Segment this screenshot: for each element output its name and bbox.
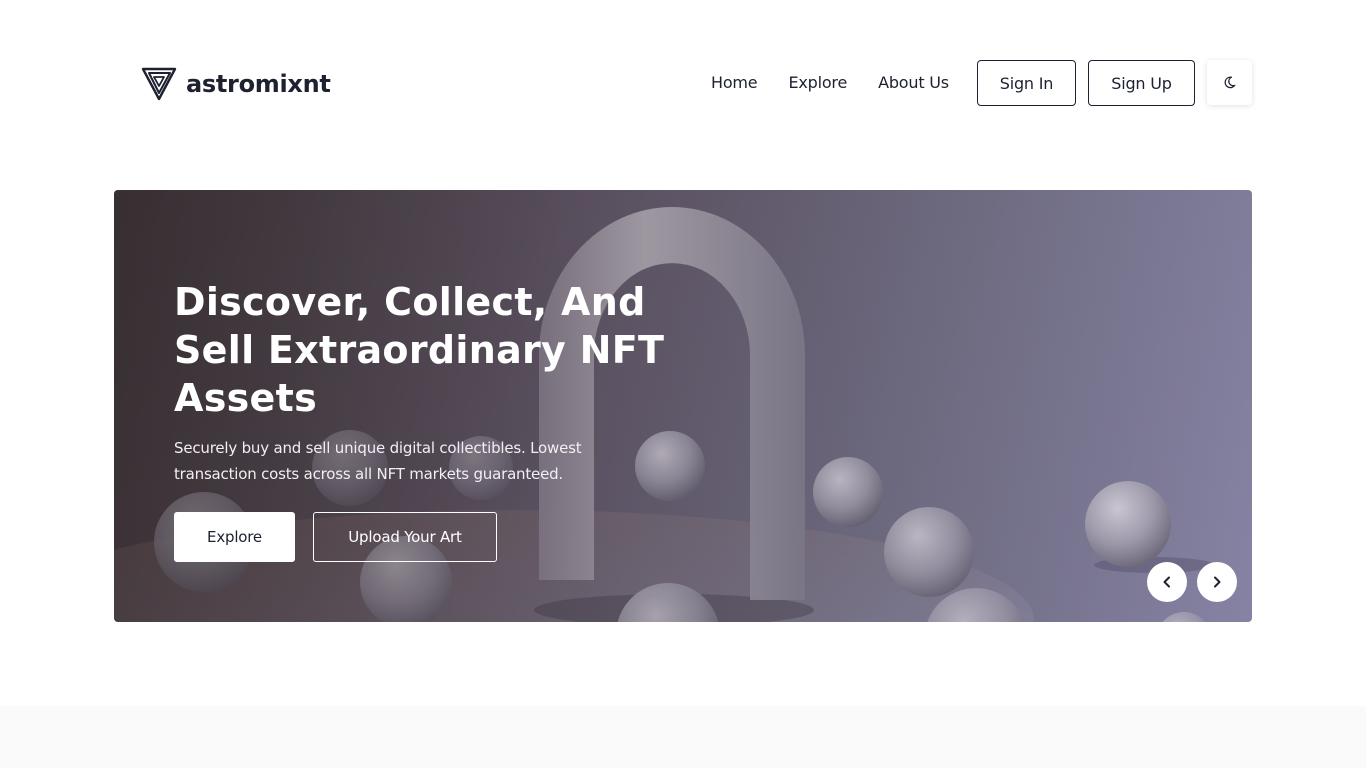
chevron-right-icon [1214, 576, 1221, 588]
chevron-left-icon [1163, 576, 1170, 588]
next-section [0, 706, 1366, 768]
hero-description: Securely buy and sell unique digital col… [174, 439, 582, 483]
nav-explore-link[interactable]: Explore [788, 72, 847, 94]
upload-your-art-button[interactable]: Upload Your Art [313, 512, 497, 562]
nav-home-link[interactable]: Home [711, 72, 758, 94]
slider-prev-button[interactable] [1147, 562, 1187, 602]
page: astromixnt Home Explore About Us Sign In… [0, 0, 1366, 768]
theme-toggle-button[interactable] [1207, 60, 1252, 105]
hero-banner: Discover, Collect, And Sell Extraordinar… [114, 190, 1252, 622]
main-nav: Home Explore About Us [711, 72, 949, 94]
triangle-shield-logo-icon [141, 67, 177, 101]
hero-title: Discover, Collect, And Sell Extraordinar… [174, 280, 665, 420]
site-header: astromixnt Home Explore About Us Sign In… [0, 0, 1366, 166]
hero-explore-button[interactable]: Explore [174, 512, 295, 562]
sign-up-button[interactable]: Sign Up [1088, 60, 1195, 106]
moon-icon [1224, 76, 1236, 89]
logo-link[interactable]: astromixnt [141, 66, 331, 102]
logo-text: astromixnt [186, 70, 331, 98]
nav-about-us-link[interactable]: About Us [878, 72, 949, 94]
slider-next-button[interactable] [1197, 562, 1237, 602]
sign-in-button[interactable]: Sign In [977, 60, 1076, 106]
